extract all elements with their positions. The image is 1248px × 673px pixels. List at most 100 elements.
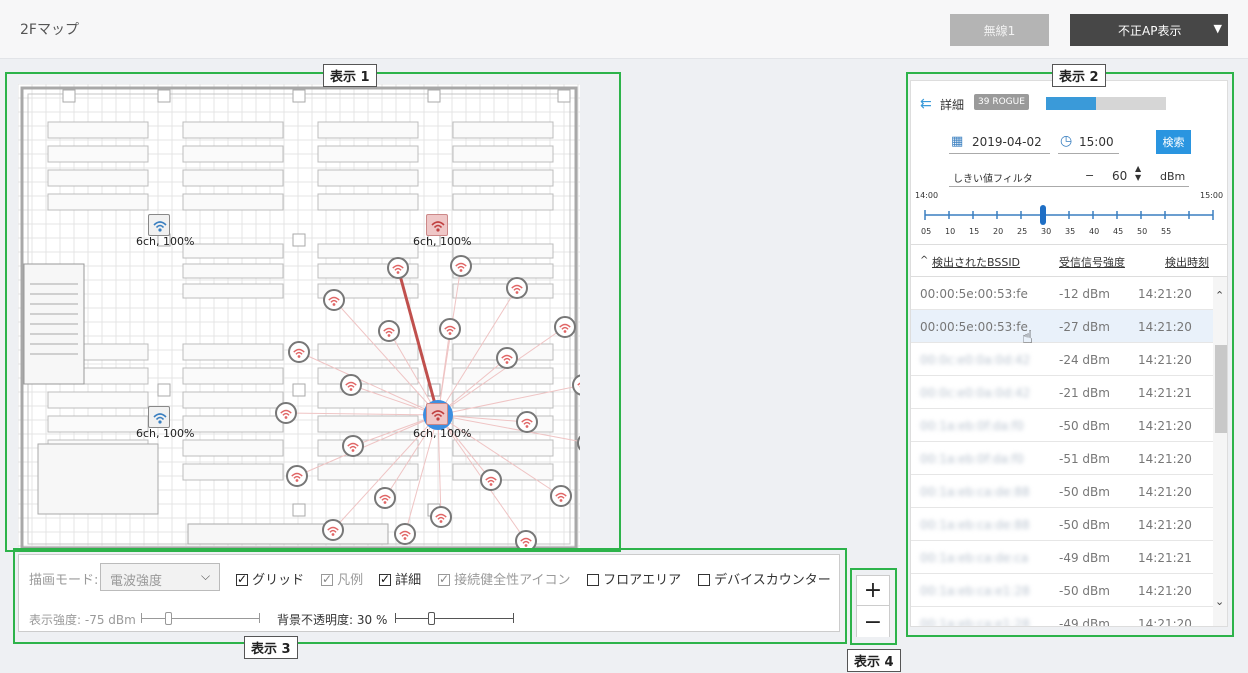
- access-point-icon[interactable]: [148, 406, 170, 428]
- cell-time: 14:21:20: [1138, 287, 1192, 301]
- rogue-ap-icon[interactable]: [342, 435, 364, 457]
- strength-slider-start-tick: [141, 613, 142, 623]
- floor-area-checkbox[interactable]: フロアエリア: [587, 569, 681, 588]
- threshold-stepper[interactable]: ▲ ▼: [1135, 164, 1141, 182]
- legend-checkbox[interactable]: 凡例: [321, 569, 363, 588]
- table-row[interactable]: 00:1a:eb:0f:da:f0 -51 dBm 14:21:20: [911, 442, 1213, 475]
- cell-time: 14:21:20: [1138, 617, 1192, 627]
- time-field[interactable]: 15:00: [1079, 135, 1114, 149]
- wireless-button[interactable]: 無線1: [950, 14, 1049, 46]
- table-row[interactable]: 00:1a:eb:ca:de:ca -49 dBm 14:21:21: [911, 541, 1213, 574]
- draw-mode-select[interactable]: 電波強度 ⌵: [100, 563, 220, 591]
- rogue-ap-icon[interactable]: [394, 523, 416, 545]
- cell-time: 14:21:20: [1138, 485, 1192, 499]
- table-row[interactable]: 00:1a:eb:ca:de:88 -50 dBm 14:21:20: [911, 475, 1213, 508]
- divider: [911, 244, 1227, 245]
- checkbox-icon: [236, 572, 248, 586]
- rogue-ap-icon[interactable]: [288, 341, 310, 363]
- column-rssi[interactable]: 受信信号強度: [1059, 254, 1125, 270]
- table-row[interactable]: 00:1a:eb:ca:e1:28 -50 dBm 14:21:20: [911, 574, 1213, 607]
- column-bssid[interactable]: 検出されたBSSID: [932, 254, 1020, 270]
- rogue-ap-display-label: 不正AP表示: [1118, 23, 1182, 38]
- scroll-down-icon[interactable]: ⌄: [1215, 595, 1224, 608]
- column-detect-time[interactable]: 検出時刻: [1165, 254, 1209, 270]
- rogue-ap-display-button[interactable]: 不正AP表示 ▼: [1070, 14, 1228, 46]
- threshold-minus: −: [1085, 169, 1095, 182]
- selected-access-point[interactable]: [423, 400, 453, 430]
- rogue-ap-icon[interactable]: [515, 530, 537, 548]
- table-row[interactable]: 00:0c:e0:0a:0d:42 -24 dBm 14:21:20: [911, 343, 1213, 376]
- grid-label: グリッド: [252, 573, 305, 588]
- zoom-controls: + −: [856, 575, 890, 637]
- search-button[interactable]: 検索: [1156, 130, 1191, 154]
- checkbox-icon: [379, 572, 391, 586]
- slider-handle: [1040, 205, 1046, 225]
- date-field[interactable]: 2019-04-02: [972, 135, 1042, 149]
- slider-tick-label: 25: [1017, 227, 1027, 236]
- cell-rssi: -51 dBm: [1059, 452, 1110, 466]
- table-row[interactable]: 00:1a:eb:0f:da:f0 -50 dBm 14:21:20: [911, 409, 1213, 442]
- rogue-ap-icon[interactable]: [378, 320, 400, 342]
- floor-map[interactable]: 6ch, 100% 6ch, 100% 6ch, 100% 6ch, 100%: [18, 84, 580, 548]
- rogue-ap-icon[interactable]: [496, 347, 518, 369]
- rogue-progress-bar: [1046, 97, 1166, 110]
- checkbox-icon: [698, 574, 710, 586]
- detail-label: 詳細: [395, 573, 422, 588]
- rogue-ap-icon[interactable]: [387, 257, 409, 279]
- rogue-ap-icon[interactable]: [323, 289, 345, 311]
- rogue-ap-icon[interactable]: [554, 316, 576, 338]
- zoom-out-button[interactable]: −: [857, 607, 889, 637]
- time-slider[interactable]: 05 10 15 20 25 30 35 40 45 50 55: [911, 199, 1227, 239]
- scroll-up-icon[interactable]: ⌃: [1215, 289, 1224, 302]
- scrollbar[interactable]: ⌃ ⌄: [1213, 277, 1227, 626]
- callout-label-4: 表示 4: [847, 649, 901, 672]
- threshold-unit: dBm: [1160, 170, 1186, 183]
- callout-label-2: 表示 2: [1052, 64, 1106, 87]
- health-icon-label: 接続健全性アイコン: [454, 573, 571, 588]
- rogue-ap-icon[interactable]: [340, 374, 362, 396]
- strength-slider-handle[interactable]: [165, 612, 172, 625]
- draw-mode-label: 描画モード:: [29, 573, 99, 588]
- device-counter-checkbox[interactable]: デバイスカウンター: [698, 569, 831, 588]
- grid-checkbox[interactable]: グリッド: [236, 569, 304, 588]
- rogue-ap-icon[interactable]: [506, 277, 528, 299]
- calendar-icon: ▦: [951, 134, 964, 149]
- rogue-ap-icon[interactable]: [516, 411, 538, 433]
- map-settings-panel: 描画モード: 電波強度 ⌵ グリッド 凡例 詳細 接続健全性アイコン フロアエリ…: [18, 554, 840, 632]
- cell-bssid: 00:0c:e0:0a:0d:42: [920, 386, 1031, 400]
- rogue-ap-icon[interactable]: [286, 465, 308, 487]
- access-point-icon[interactable]: [426, 214, 448, 236]
- access-point-caption: 6ch, 100%: [413, 235, 472, 248]
- scrollbar-thumb[interactable]: [1215, 345, 1227, 433]
- table-row[interactable]: 00:1a:eb:ca:de:88 -50 dBm 14:21:20: [911, 508, 1213, 541]
- draw-mode-value: 電波強度: [110, 574, 163, 589]
- table-row[interactable]: 00:00:5e:00:53:fe -12 dBm 14:21:20: [911, 277, 1213, 310]
- rogue-count-badge: 39 ROGUE: [974, 94, 1029, 110]
- detail-checkbox[interactable]: 詳細: [379, 569, 421, 588]
- rogue-ap-icon[interactable]: [430, 506, 452, 528]
- rogue-ap-icon[interactable]: [439, 318, 461, 340]
- cell-bssid: 00:1a:eb:ca:de:ca: [920, 551, 1029, 565]
- rogue-ap-icon[interactable]: [480, 469, 502, 491]
- table-row[interactable]: 00:1a:eb:ca:e1:28 -49 dBm 14:21:20: [911, 607, 1213, 627]
- cell-time: 14:21:20: [1138, 320, 1192, 334]
- threshold-input[interactable]: 60: [1112, 169, 1127, 183]
- rogue-progress-fill: [1046, 97, 1097, 110]
- strength-slider-end-tick: [259, 613, 260, 623]
- cell-rssi: -12 dBm: [1059, 287, 1110, 301]
- rogue-ap-icon[interactable]: [322, 519, 344, 541]
- rogue-ap-icon[interactable]: [550, 485, 572, 507]
- zoom-in-button[interactable]: +: [857, 576, 889, 606]
- table-row[interactable]: 00:00:5e:00:53:fe -27 dBm 14:21:20: [911, 310, 1213, 343]
- health-icon-checkbox[interactable]: 接続健全性アイコン: [438, 569, 571, 588]
- opacity-slider-start-tick: [395, 613, 396, 623]
- rogue-ap-icon[interactable]: [275, 402, 297, 424]
- access-point-icon[interactable]: [148, 214, 170, 236]
- checkbox-icon: [438, 572, 450, 586]
- access-point-caption: 6ch, 100%: [136, 427, 195, 440]
- opacity-slider-handle[interactable]: [428, 612, 435, 625]
- back-arrow-icon[interactable]: ⇇: [920, 96, 932, 112]
- rogue-ap-icon[interactable]: [450, 255, 472, 277]
- table-row[interactable]: 00:0c:e0:0a:0d:42 -21 dBm 14:21:21: [911, 376, 1213, 409]
- rogue-ap-icon[interactable]: [374, 487, 396, 509]
